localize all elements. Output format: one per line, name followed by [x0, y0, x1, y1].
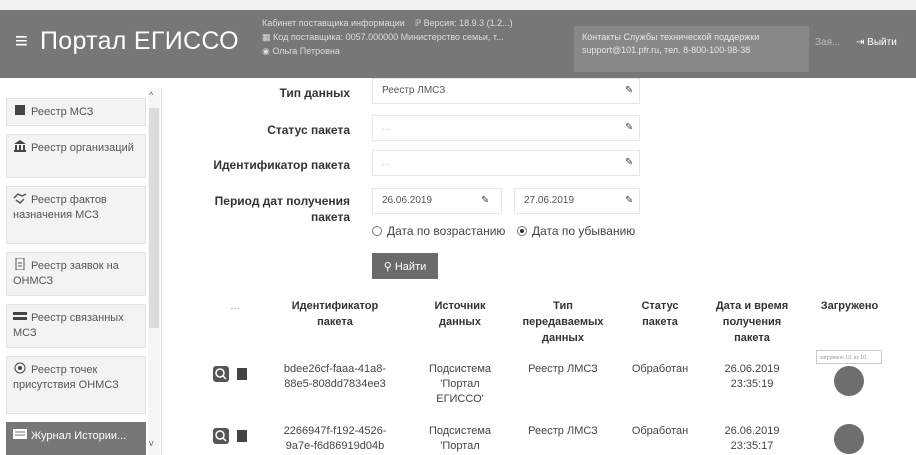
logout-button[interactable]: ⇥ Выйти [856, 37, 897, 48]
view-icon[interactable] [213, 366, 229, 382]
bank-icon [13, 140, 27, 152]
col-loaded[interactable]: Загружено [812, 298, 887, 314]
radio-on-icon [517, 226, 527, 236]
pencil-icon[interactable]: ✎ [481, 195, 489, 206]
sidebar-item-label: Реестр фактов назначения МСЗ [13, 194, 107, 221]
row2-date: 26.06.2019 [724, 425, 780, 437]
row2-source: Подсистема 'Портал [428, 425, 492, 452]
scroll-up-icon[interactable]: ^ [149, 90, 153, 100]
sidebar-item-presence[interactable]: Реестр точек присутствия ОНМСЗ [6, 356, 146, 414]
version-icon: ℙ [414, 18, 422, 28]
pencil-icon[interactable]: ✎ [625, 157, 633, 168]
sidebar-item-label: Реестр точек присутствия ОНМСЗ [13, 364, 119, 391]
pencil-icon[interactable]: ✎ [625, 122, 633, 133]
header-link[interactable]: Зая... [815, 37, 840, 48]
row2-package-id: 2266947f-f192-4526-9a7e-f6d86919d04b [283, 425, 387, 452]
sidebar-item-facts[interactable]: Реестр фактов назначения МСЗ [6, 186, 146, 244]
logout-icon: ⇥ [856, 37, 865, 48]
row1-package-id: bdee26cf-faaa-41a8-88e5-808dd7834ee3 [283, 363, 387, 390]
document-icon [13, 257, 27, 271]
package-id-label: Идентификатор пакета [213, 158, 350, 172]
scroll-down-icon[interactable]: v [149, 438, 154, 448]
support-title: Контакты Службы технической поддержки [582, 32, 760, 42]
date-to-field[interactable]: 27.06.2019 [514, 188, 640, 214]
support-contacts: support@101.pfr.ru, тел. 8-800-100-98-38 [582, 45, 751, 55]
stack-icon [13, 310, 27, 322]
view-icon[interactable] [213, 428, 229, 444]
row1-type: Реестр ЛМСЗ [528, 363, 598, 375]
pencil-icon[interactable]: ✎ [625, 85, 633, 96]
col-actions: ... [230, 300, 240, 312]
pencil-icon[interactable]: ✎ [625, 195, 633, 206]
user-name: Ольга Петровна [272, 46, 340, 56]
logout-label: Выйти [867, 37, 897, 48]
search-icon: ⚲ [383, 260, 392, 273]
col-datetime[interactable]: Дата и время получения пакета [712, 298, 792, 346]
book-icon [13, 104, 27, 116]
col-status[interactable]: Статус пакета [630, 298, 690, 330]
row2-status: Обработан [631, 425, 689, 437]
search-button-label: Найти [394, 260, 427, 273]
col-data-type[interactable]: Тип передаваемых данных [518, 298, 608, 346]
version-value: 18.9.3 (1.2...) [459, 18, 513, 28]
row2-type: Реестр ЛМСЗ [528, 425, 598, 437]
menu-icon[interactable]: ≡ [15, 30, 28, 52]
sidebar-item-label: Журнал Истории... [31, 430, 127, 442]
sidebar-item-journal[interactable]: Журнал Истории... [6, 422, 146, 455]
package-id-field[interactable]: ... [372, 150, 640, 176]
search-button[interactable]: ⚲ Найти [372, 253, 438, 279]
header-info: Кабинет поставщика информации ℙ Версия: … [262, 16, 513, 58]
app-header: ≡ Портал ЕГИССО Кабинет поставщика инфор… [0, 10, 916, 78]
col-package-id[interactable]: Идентификатор пакета [280, 298, 390, 330]
row1-source: Подсистема 'Портал ЕГИССО' [428, 363, 492, 405]
status-label: Статус пакета [267, 123, 350, 137]
book-icon[interactable] [236, 428, 248, 444]
app-title[interactable]: Портал ЕГИССО [40, 27, 239, 56]
sort-desc-label: Дата по убыванию [532, 224, 636, 238]
supplier-code: 0057.000000 Министерство семьи, т... [345, 32, 504, 42]
sidebar-item-label: Реестр МСЗ [31, 106, 94, 118]
sidebar-item-organizations[interactable]: Реестр организаций [6, 134, 146, 178]
sort-desc-radio[interactable]: Дата по убыванию [517, 224, 635, 238]
version-label: Версия: [423, 18, 457, 28]
sidebar-item-label: Реестр организаций [31, 142, 134, 154]
period-label: Период дат получения пакета [214, 194, 350, 224]
sidebar-item-linked[interactable]: Реестр связанных МСЗ [6, 304, 146, 348]
user-icon: ◉ [262, 46, 270, 56]
row2-time: 23:35:17 [730, 440, 774, 452]
row1-status: Обработан [631, 363, 689, 375]
loaded-indicator[interactable] [834, 366, 864, 396]
sort-asc-radio[interactable]: Дата по возрастанию [372, 224, 505, 238]
loaded-tooltip: загружено 1/1 из 1/1 [816, 350, 882, 364]
sidebar-item-label: Реестр связанных МСЗ [13, 312, 124, 339]
row1-time: 23:35:19 [730, 378, 774, 390]
data-type-field[interactable]: Реестр ЛМСЗ [372, 78, 640, 104]
support-box: Контакты Службы технической поддержки su… [574, 26, 809, 72]
book-icon[interactable] [236, 366, 248, 382]
sidebar-scroll-thumb[interactable] [149, 108, 159, 328]
row1-date: 26.06.2019 [724, 363, 780, 375]
sort-asc-label: Дата по возрастанию [387, 224, 506, 238]
sidebar-item-requests[interactable]: Реестр заявок на ОНМСЗ [6, 252, 146, 296]
status-field[interactable]: ... [372, 115, 640, 141]
data-type-label: Тип данных [279, 86, 350, 100]
journal-icon [13, 428, 27, 440]
top-strip [0, 0, 916, 10]
loaded-indicator[interactable] [834, 424, 864, 454]
sidebar-item-label: Реестр заявок на ОНМСЗ [13, 260, 119, 287]
col-source[interactable]: Источник данных [420, 298, 500, 330]
handshake-icon [13, 192, 27, 204]
target-icon [13, 362, 27, 374]
supplier-icon: ▦ [262, 32, 271, 42]
radio-off-icon [372, 226, 382, 236]
sidebar-item-msz[interactable]: Реестр МСЗ [6, 98, 146, 126]
cabinet-label: Кабинет поставщика информации [262, 18, 405, 28]
supplier-code-label: Код поставщика: [273, 32, 344, 42]
sidebar: ^ v Реестр МСЗ Реестр организаций Реестр… [0, 88, 162, 455]
